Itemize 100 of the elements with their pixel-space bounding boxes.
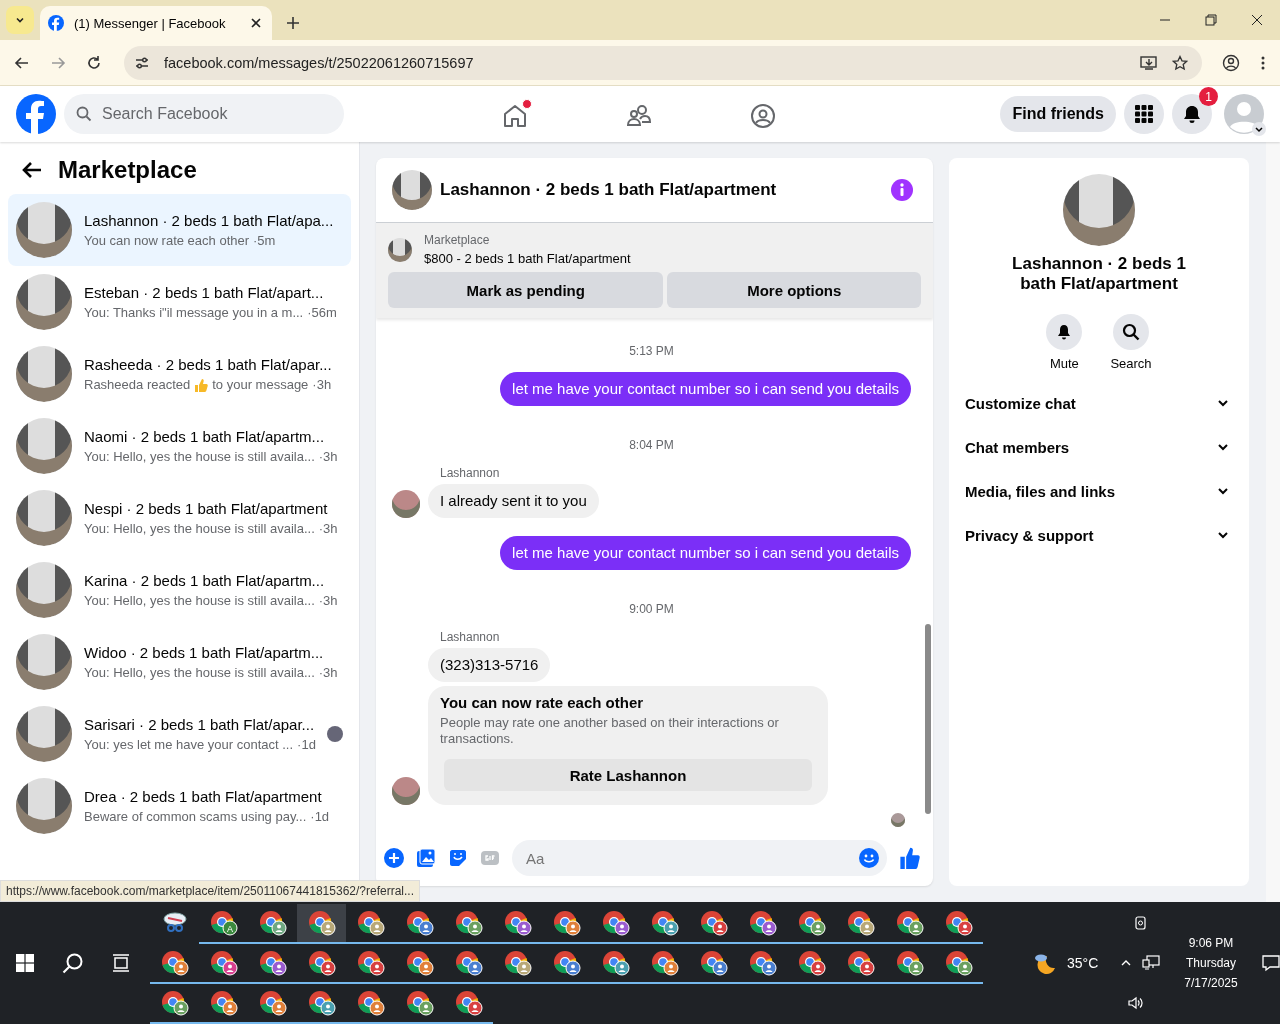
find-friends-button[interactable]: Find friends: [1000, 96, 1116, 132]
conversation-item[interactable]: Naomi · 2 beds 1 bath Flat/apartm... You: Hello, yes the house is still availa... ·3h: [8, 410, 351, 482]
chrome-profile-icon: [454, 990, 483, 1016]
camera-icon[interactable]: [1134, 916, 1148, 930]
listing-action-button[interactable]: Mark as pending: [388, 272, 664, 308]
close-icon[interactable]: [1251, 14, 1263, 26]
menu-button[interactable]: [1124, 94, 1164, 134]
speaker-icon[interactable]: [1128, 996, 1144, 1010]
image-icon[interactable]: [416, 848, 436, 868]
conversation-item[interactable]: Drea · 2 beds 1 bath Flat/apartment Beware of common scams using pay... ·1d: [8, 770, 351, 842]
back-arrow-icon[interactable]: [22, 161, 42, 179]
chrome-profile-icon: [944, 910, 973, 936]
conversation-item[interactable]: Widoo · 2 beds 1 bath Flat/apartm... You: Hello, yes the house is still availa... ·3h: [8, 626, 351, 698]
task-view-icon[interactable]: [112, 954, 130, 972]
chevron-icon: [1217, 397, 1229, 409]
sticker-icon[interactable]: [448, 848, 468, 868]
message-field[interactable]: Aa: [512, 840, 887, 876]
chrome-profile-icon: [601, 910, 630, 936]
notification-center-icon[interactable]: [1261, 954, 1280, 972]
windows-start-icon[interactable]: [16, 954, 34, 972]
emoji-icon[interactable]: [859, 848, 879, 868]
message-time: ·3h: [318, 449, 338, 464]
search-icon[interactable]: [62, 952, 84, 974]
install-app-icon[interactable]: [1140, 54, 1158, 71]
chrome-profile-icon: [405, 910, 434, 936]
grid-icon: [1134, 104, 1154, 124]
caret-icon[interactable]: [1252, 122, 1266, 136]
message-time: ·56m: [307, 305, 337, 320]
conversation-item[interactable]: Rasheeda · 2 beds 1 bath Flat/apar... Rasheeda reacted to your message ·3h: [8, 338, 351, 410]
address-bar[interactable]: facebook.com/messages/t/25022061260715697: [124, 45, 1202, 80]
message-input[interactable]: Aa: [524, 848, 859, 868]
search-field[interactable]: Search Facebook: [64, 94, 344, 134]
info-icon[interactable]: [891, 179, 913, 201]
chat-title: Lashannon · 2 beds 1 bath Flat/apartment: [440, 180, 777, 200]
chevron-icon: [1217, 441, 1229, 453]
close-icon[interactable]: [250, 17, 262, 29]
message-preview: You: Thanks i"il message you in a m...: [84, 305, 304, 320]
chrome-profile-icon: [258, 990, 287, 1016]
search-button[interactable]: [1113, 314, 1149, 350]
conversation-item[interactable]: Nespi · 2 beds 1 bath Flat/apartment You: Hello, yes the house is still availa... ·3h: [8, 482, 351, 554]
conversation-item[interactable]: Sarisari · 2 beds 1 bath Flat/apar... You: yes let me have your contact ... ·1d: [8, 698, 351, 770]
conversation-item[interactable]: Karina · 2 beds 1 bath Flat/apartm... You: Hello, yes the house is still availa... ·3h: [8, 554, 351, 626]
chrome-profile-icon: [454, 950, 483, 976]
section-header[interactable]: Customize chat: [965, 381, 1233, 425]
scissors-icon: [161, 912, 188, 934]
home-icon[interactable]: [502, 99, 532, 129]
taskbar-app[interactable]: [297, 904, 346, 944]
message-preview: You: Hello, yes the house is still availa...: [84, 449, 315, 464]
section-header[interactable]: Media, files and links: [965, 469, 1233, 513]
chrome-profile-icon: [846, 950, 875, 976]
photo-placeholder: [16, 490, 72, 546]
plus-icon[interactable]: [384, 848, 404, 868]
conversation-title: Lashannon · 2 beds 1 bath Flat/apa...: [84, 212, 335, 229]
rate-button[interactable]: Rate Lashannon: [444, 759, 812, 791]
chrome-profile-icon: [797, 950, 826, 976]
search-input[interactable]: Search Facebook: [100, 104, 304, 124]
clock-time: 9:06 PM: [1188, 936, 1234, 950]
message-preview: Beware of common scams using pay...: [84, 809, 307, 824]
forward-icon[interactable]: [50, 54, 66, 71]
back-icon[interactable]: [14, 54, 30, 71]
thumbs-up-icon[interactable]: [899, 847, 921, 869]
chrome-profile-icon: [895, 950, 924, 976]
section-header[interactable]: Privacy & support: [965, 513, 1233, 557]
browser-tab[interactable]: (1) Messenger | Facebook: [40, 6, 272, 40]
conversation-item[interactable]: Lashannon · 2 beds 1 bath Flat/apa... You can now rate each other ·5m: [8, 194, 351, 266]
facebook-logo-icon[interactable]: [16, 94, 56, 134]
url-text: facebook.com/messages/t/25022061260715697: [164, 54, 474, 71]
chrome-profile-icon: [650, 910, 679, 936]
chrome-profile-icon: [209, 990, 238, 1016]
section-header[interactable]: Chat members: [965, 425, 1233, 469]
photo-placeholder: [16, 274, 72, 330]
message-timestamp: 9:00 PM: [628, 602, 675, 616]
notification-count: 1: [1199, 87, 1218, 106]
chrome-profile-icon: [601, 950, 630, 976]
rating-description: People may rate one another based on their interactions or transactions.: [440, 715, 780, 747]
listing-label: Marketplace: [424, 233, 491, 247]
chrome-profile-icon: [160, 950, 189, 976]
notifications-button[interactable]: [1172, 94, 1212, 134]
menu-icon[interactable]: [1260, 54, 1266, 71]
profile-icon[interactable]: [1222, 53, 1240, 72]
restore-icon[interactable]: [1205, 14, 1217, 26]
chrome-profile-icon: [258, 910, 287, 936]
scrollbar[interactable]: [1266, 142, 1280, 902]
chrome-profile-icon: [356, 950, 385, 976]
contact-name: Lashannon · 2 beds 1 bath Flat/apartment: [1011, 254, 1187, 294]
bell-icon: [1056, 324, 1073, 340]
star-icon[interactable]: [1172, 54, 1188, 71]
network-icon[interactable]: [1142, 955, 1161, 971]
taskbar-app[interactable]: A: [199, 904, 248, 944]
message-preview: to your message: [212, 377, 309, 392]
reload-icon[interactable]: [86, 54, 102, 71]
message-time: ·3h: [318, 665, 338, 680]
sent-message: let me have your contact number so i can send you details: [500, 372, 911, 406]
action-label: Search: [1110, 356, 1152, 371]
new-tab-icon[interactable]: [286, 16, 300, 30]
mute-button[interactable]: [1046, 314, 1083, 350]
conversation-item[interactable]: Esteban · 2 beds 1 bath Flat/apart... You: Thanks i"il message you in a m... ·56m: [8, 266, 351, 338]
conversation-title: Nespi · 2 beds 1 bath Flat/apartment: [84, 500, 329, 517]
photo-placeholder: [16, 706, 72, 762]
listing-action-button[interactable]: More options: [667, 272, 921, 308]
